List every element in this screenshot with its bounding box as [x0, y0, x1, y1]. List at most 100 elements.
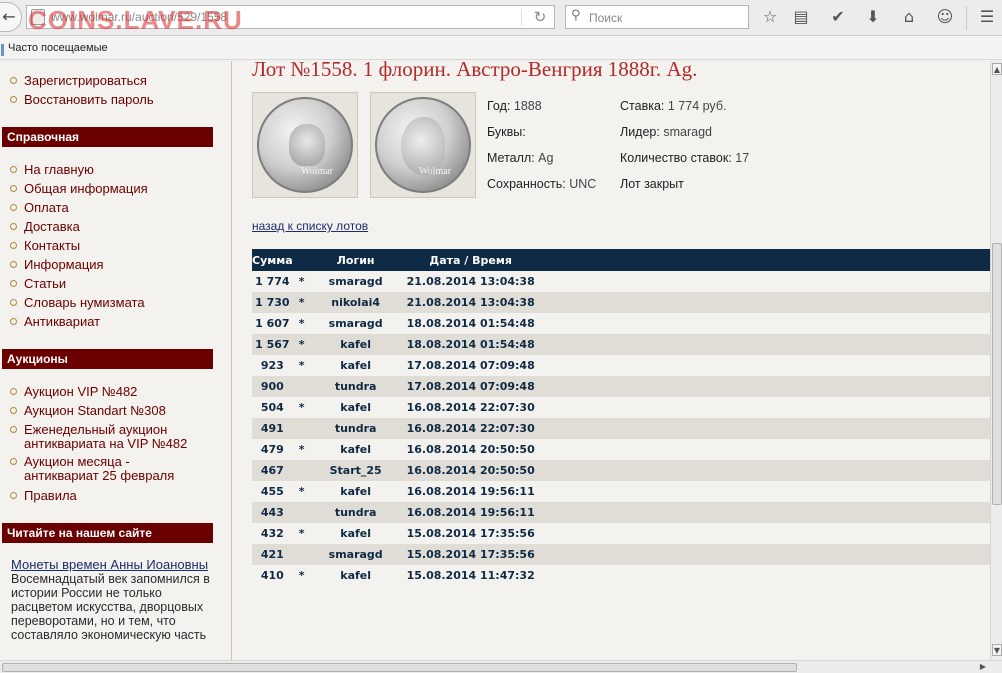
login-cell: nikolai4: [310, 292, 401, 313]
sidebar-item-general-info[interactable]: Общая информация: [10, 179, 148, 198]
datetime-cell: 17.08.2014 07:09:48: [400, 376, 541, 397]
bids-table: Сумма Логин Дата / Время 1 774 * smaragd 21…: [252, 249, 990, 586]
horizontal-scrollbar[interactable]: ▶: [0, 660, 1002, 673]
table-row: 467 Start_25 16.08.2014 20:50:50: [252, 460, 990, 481]
bullet-icon: [10, 96, 17, 103]
datetime-cell: 21.08.2014 13:04:38: [400, 292, 541, 313]
lot-title: Лот №1558. 1 флорин. Австро-Венгрия 1888…: [252, 61, 698, 81]
sidebar-item-articles[interactable]: Статьи: [10, 274, 148, 293]
table-row: 443 tundra 16.08.2014 19:56:11: [252, 502, 990, 523]
sidebar-item-contacts[interactable]: Контакты: [10, 236, 148, 255]
login-cell: tundra: [310, 502, 401, 523]
star-cell: [292, 502, 311, 523]
bullet-icon: [10, 204, 17, 211]
bullet-icon: [10, 492, 17, 499]
page-viewport: Зарегистрироваться Восстановить пароль С…: [0, 61, 990, 660]
site-watermark: COINS.LAVE.RU: [28, 5, 243, 35]
bullet-icon: [10, 77, 17, 84]
datetime-cell: 15.08.2014 11:47:32: [400, 565, 541, 586]
reload-icon[interactable]: ↻: [529, 7, 551, 27]
metal-info: Металл: Ag: [487, 151, 553, 165]
sidebar-item-payment[interactable]: Оплата: [10, 198, 148, 217]
bid-info: Ставка: 1 774 руб.: [620, 99, 726, 113]
vertical-scroll-thumb[interactable]: [992, 243, 1002, 505]
filler-cell: [540, 544, 990, 565]
sum-cell: 410: [252, 565, 293, 586]
sum-cell: 504: [252, 397, 293, 418]
star-cell: *: [292, 439, 311, 460]
section-header-read: Читайте на нашем сайте: [2, 523, 213, 543]
sum-cell: 443: [252, 502, 293, 523]
scroll-up-icon[interactable]: ▲: [992, 63, 1002, 75]
download-icon[interactable]: ⬇: [861, 6, 885, 30]
datetime-cell: 16.08.2014 19:56:11: [400, 481, 541, 502]
sidebar-item-antiques[interactable]: Антиквариат: [10, 312, 148, 331]
horizontal-scroll-thumb[interactable]: [2, 663, 797, 672]
back-to-lots-link[interactable]: назад к списку лотов: [252, 219, 368, 233]
bids-table-body: 1 774 * smaragd 21.08.2014 13:04:38 1 730 * ni…: [252, 271, 990, 586]
reading-list-icon[interactable]: ▤: [789, 6, 813, 30]
star-cell: *: [292, 292, 311, 313]
coin-obverse-picture: Wolmar: [375, 97, 471, 193]
article-excerpt: Восемнадцатый век запомнился в истории Р…: [11, 572, 210, 642]
login-cell: Start_25: [310, 460, 401, 481]
account-links: Зарегистрироваться Восстановить пароль: [10, 71, 154, 109]
filler-cell: [540, 397, 990, 418]
bookmark-most-visited[interactable]: Часто посещаемые: [8, 42, 108, 54]
search-input[interactable]: Поиск: [589, 11, 622, 25]
sidebar-item-information[interactable]: Информация: [10, 255, 148, 274]
table-row: 504 * kafel 16.08.2014 22:07:30: [252, 397, 990, 418]
datetime-cell: 16.08.2014 22:07:30: [400, 397, 541, 418]
eagle-emblem: [289, 124, 325, 166]
filler-cell: [540, 271, 990, 292]
table-row: 1 730 * nikolai4 21.08.2014 13:04:38: [252, 292, 990, 313]
star-cell: [292, 418, 311, 439]
coin-obverse-image[interactable]: Wolmar: [370, 92, 476, 198]
login-cell: kafel: [310, 565, 401, 586]
pocket-icon[interactable]: ✔: [826, 6, 850, 30]
sidebar-item-month-auction[interactable]: Аукцион месяца - антиквариат 25 февраля: [10, 455, 206, 483]
image-watermark: Wolmar: [301, 166, 333, 177]
sidebar-item-rules[interactable]: Правила: [10, 486, 206, 505]
filler-cell: [540, 523, 990, 544]
scroll-right-icon[interactable]: ▶: [977, 661, 989, 673]
bids-count-info: Количество ставок: 17: [620, 151, 749, 165]
home-icon[interactable]: ⌂: [897, 6, 921, 30]
filler-cell: [540, 376, 990, 397]
bullet-icon: [10, 318, 17, 325]
datetime-cell: 18.08.2014 01:54:48: [400, 334, 541, 355]
scroll-down-icon[interactable]: ▼: [992, 644, 1002, 656]
bids-count-label: Количество ставок:: [620, 151, 732, 165]
register-link[interactable]: Зарегистрироваться: [10, 71, 154, 90]
bookmark-star-icon[interactable]: ☆: [758, 6, 782, 30]
sum-cell: 432: [252, 523, 293, 544]
login-cell: kafel: [310, 523, 401, 544]
datetime-cell: 15.08.2014 17:35:56: [400, 523, 541, 544]
sidebar-item-auction-standart[interactable]: Аукцион Standart №308: [10, 401, 206, 420]
back-button[interactable]: ←: [0, 2, 22, 32]
restore-password-link[interactable]: Восстановить пароль: [10, 90, 154, 109]
sidebar-item-dictionary[interactable]: Словарь нумизмата: [10, 293, 148, 312]
coin-reverse-image[interactable]: Wolmar: [252, 92, 358, 198]
star-cell: *: [292, 334, 311, 355]
search-bar[interactable]: ⚲ Поиск: [565, 5, 749, 29]
datetime-cell: 15.08.2014 17:35:56: [400, 544, 541, 565]
sidebar-item-home[interactable]: На главную: [10, 160, 148, 179]
vertical-scrollbar[interactable]: ▲ ▼: [990, 61, 1002, 660]
menu-icon[interactable]: ☰: [975, 6, 999, 30]
login-cell: tundra: [310, 376, 401, 397]
filler-cell: [540, 565, 990, 586]
datetime-cell: 17.08.2014 07:09:48: [400, 355, 541, 376]
sidebar-item-auction-vip[interactable]: Аукцион VIP №482: [10, 382, 206, 401]
smiley-icon[interactable]: ☺: [933, 6, 957, 30]
year-label: Год:: [487, 99, 511, 113]
back-arrow-icon: ←: [2, 7, 16, 26]
letters-label: Буквы:: [487, 125, 526, 139]
sidebar-item-delivery[interactable]: Доставка: [10, 217, 148, 236]
filler-cell: [540, 334, 990, 355]
url-separator: [521, 9, 522, 25]
sidebar-item-weekly-antiques[interactable]: Еженедельный аукцион антиквариата на VIP…: [10, 423, 206, 451]
datetime-cell: 16.08.2014 20:50:50: [400, 439, 541, 460]
article-title-link[interactable]: Монеты времен Анны Иоановны: [11, 558, 216, 572]
reference-links: На главную Общая информация Оплата Доста…: [10, 160, 148, 331]
